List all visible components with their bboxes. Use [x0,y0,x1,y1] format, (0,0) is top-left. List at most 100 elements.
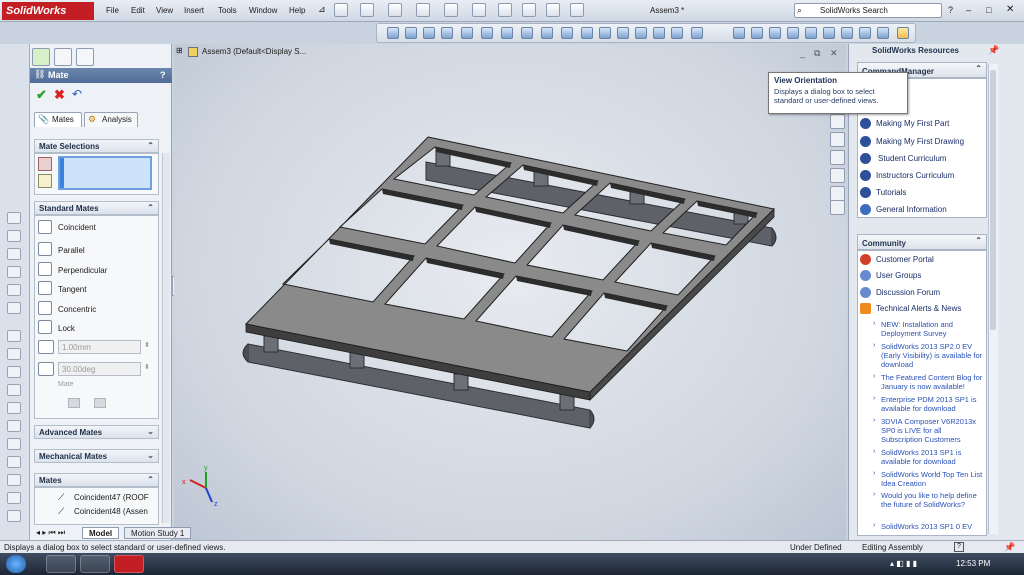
insert-components-icon[interactable] [7,212,21,224]
shaded-edges-icon[interactable] [691,27,703,39]
print-icon[interactable] [416,3,430,17]
open-folder-icon[interactable] [360,3,374,17]
display-style-icon[interactable] [481,27,493,39]
assembly-features-icon[interactable] [7,330,21,342]
advanced-mates-header[interactable]: Advanced Mates ⌄ [34,425,159,439]
perpendicular-icon[interactable] [38,262,52,276]
mate-tangent[interactable]: Tangent [58,285,86,294]
roof-frame[interactable] [244,136,776,393]
mate-lock[interactable]: Lock [58,324,75,333]
tab-scroll-arrows-icon[interactable]: ◂ ▸ ⏮ ⏭ [36,528,65,538]
previous-view-icon[interactable] [423,27,435,39]
ok-check-icon[interactable]: ✔ [36,87,47,103]
clearance-verification-icon[interactable] [7,456,21,468]
lock-icon[interactable] [38,320,52,334]
angle-field[interactable]: 30.00deg [58,362,141,376]
interference-detection-icon[interactable] [7,438,21,450]
search-help-icon[interactable]: ? [948,5,953,15]
assembly-visualization-icon[interactable] [7,492,21,504]
select-arrow-icon[interactable] [472,3,486,17]
bill-of-materials-icon[interactable] [7,384,21,396]
search-tab-icon[interactable] [830,150,845,165]
link-tutorials[interactable]: Tutorials [876,188,906,197]
save-icon[interactable] [388,3,402,17]
news-item[interactable]: SolidWorks World Top Ten List Idea Creat… [881,470,983,488]
logo-flyout-arrow[interactable] [98,4,104,18]
aligned-icon[interactable] [68,398,80,408]
collapse-chevron-icon[interactable]: ⌃ [147,141,154,150]
explode-line-sketch-icon[interactable] [7,420,21,432]
view-palette-tab-icon[interactable] [830,168,845,183]
menu-file[interactable]: File [106,6,119,15]
link-student-curriculum[interactable]: Student Curriculum [878,154,946,163]
concentric-icon[interactable] [38,301,52,315]
link-technical-alerts[interactable]: Technical Alerts & News [876,304,961,313]
news-item[interactable]: SolidWorks 2013 SP1 is available for dow… [881,448,983,466]
news-item[interactable]: Would you like to help define the future… [881,491,983,509]
back-view-icon[interactable] [751,27,763,39]
menu-window[interactable]: Window [249,6,277,15]
zoom-to-fit-icon[interactable] [387,27,399,39]
solidworks-taskbar-icon[interactable] [114,555,144,573]
tray-icons[interactable]: ▴ ◧ ▮ ▮ [890,559,917,568]
undo-icon[interactable] [444,3,458,17]
start-button-icon[interactable] [6,555,26,573]
maximize-button[interactable]: □ [986,5,991,15]
new-motion-study-icon[interactable] [7,366,21,378]
distance-spinner[interactable]: ⬍ [144,341,150,349]
reference-geometry-icon[interactable] [7,348,21,360]
menu-tools[interactable]: Tools [218,6,237,15]
collapse-chevron-icon[interactable]: ⌃ [147,475,154,484]
move-component-icon[interactable] [7,284,21,296]
parallel-icon[interactable] [38,242,52,256]
view-settings-icon[interactable] [561,27,573,39]
mate-perpendicular[interactable]: Perpendicular [58,266,107,275]
right-view-icon[interactable] [787,27,799,39]
task-pane-pin-icon[interactable]: 📌 [988,45,999,56]
hole-alignment-icon[interactable] [7,474,21,486]
configuration-manager-tab-icon[interactable] [76,48,94,66]
collapse-chevron-icon[interactable]: ⌃ [975,64,982,73]
smart-fasteners-icon[interactable] [7,266,21,278]
mate-parallel[interactable]: Parallel [58,246,85,255]
zoom-in-icon[interactable] [581,27,593,39]
rebuild-icon[interactable] [498,3,512,17]
menu-view[interactable]: View [156,6,173,15]
link-customer-portal[interactable]: Customer Portal [876,255,934,264]
menu-edit[interactable]: Edit [131,6,145,15]
edit-appearance-icon[interactable] [521,27,533,39]
bottom-view-icon[interactable] [823,27,835,39]
file-properties-icon[interactable] [546,3,560,17]
link-general-information[interactable]: General Information [876,205,947,214]
status-help-icon[interactable]: ? [954,542,964,552]
help-icon[interactable]: ? [160,70,166,80]
standard-mates-header[interactable]: Standard Mates ⌃ [34,201,159,215]
dimetric-view-icon[interactable] [877,27,889,39]
multiple-mate-icon[interactable] [38,174,52,188]
assembly-model[interactable]: x y z [174,44,846,544]
apply-scene-icon[interactable] [541,27,553,39]
new-document-icon[interactable] [334,3,348,17]
show-hidden-icon[interactable] [7,302,21,314]
distance-field[interactable]: 1.00mm [58,340,141,354]
link-first-drawing[interactable]: Making My First Drawing [876,137,964,146]
pin-icon[interactable]: 📌 [1004,542,1015,553]
search-icon[interactable]: ⌕ [797,5,802,16]
collapse-chevron-icon[interactable]: ⌃ [147,203,154,212]
design-library-tab-icon[interactable] [830,114,845,129]
trimetric-view-icon[interactable] [859,27,871,39]
tab-motion-study[interactable]: Motion Study 1 [124,527,192,539]
mate-coincident[interactable]: Coincident [58,223,96,232]
mate-concentric[interactable]: Concentric [58,305,96,314]
news-item[interactable]: The Featured Content Blog for January is… [881,373,983,391]
mate-list-item[interactable]: Coincident48 (Assen [74,507,148,516]
task-pane-scroll-thumb[interactable] [990,70,996,330]
mate-selections-header[interactable]: Mate Selections ⌃ [34,139,159,153]
taskbar-clock[interactable]: 12:53 PM [956,559,990,568]
cancel-x-icon[interactable]: ✖ [54,87,65,103]
shaded-icon[interactable] [671,27,683,39]
custom-properties-tab-icon[interactable] [830,200,845,215]
section-view-icon[interactable] [441,27,453,39]
link-user-groups[interactable]: User Groups [876,271,921,280]
pan-icon[interactable] [617,27,629,39]
